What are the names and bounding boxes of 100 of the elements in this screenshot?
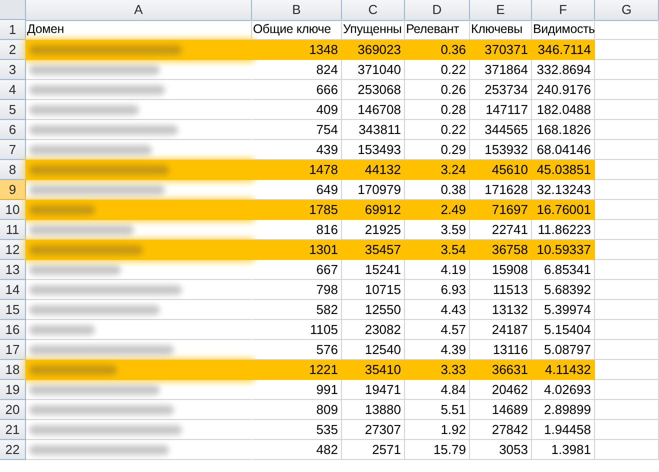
table-cell: 2571 <box>342 440 405 460</box>
row-header[interactable]: 22 <box>0 440 26 460</box>
row-header[interactable]: 9 <box>0 180 26 200</box>
table-cell: 0.36 <box>405 40 470 60</box>
column-header[interactable]: G <box>595 0 659 21</box>
empty-cell <box>595 60 659 80</box>
table-cell: 11513 <box>470 280 532 300</box>
column-header[interactable]: C <box>342 0 405 21</box>
table-cell: 1301 <box>252 240 342 260</box>
table-cell: 4.19 <box>405 260 470 280</box>
table-cell: 69912 <box>342 200 405 220</box>
table-cell: 4.11432 <box>532 360 595 380</box>
table-cell: 147117 <box>470 100 532 120</box>
select-all-button[interactable] <box>0 0 26 20</box>
table-cell: 3.24 <box>405 160 470 180</box>
table-cell: 5.39974 <box>532 300 595 320</box>
table-cell: 3053 <box>470 440 532 460</box>
table-cell: 15.79 <box>405 440 470 460</box>
table-cell: 2.49 <box>405 200 470 220</box>
row-header[interactable]: 2 <box>0 40 26 60</box>
table-cell: 45610 <box>470 160 532 180</box>
table-cell: 27307 <box>342 420 405 440</box>
table-cell: 23082 <box>342 320 405 340</box>
row-header[interactable]: 1 <box>0 20 26 40</box>
empty-cell <box>595 320 659 340</box>
row-header[interactable]: 5 <box>0 100 26 120</box>
table-cell: 13132 <box>470 300 532 320</box>
table-cell: 45.03851 <box>532 160 595 180</box>
table-cell: 0.28 <box>405 100 470 120</box>
table-cell: 3.54 <box>405 240 470 260</box>
table-cell: 16.76001 <box>532 200 595 220</box>
row-header[interactable]: 21 <box>0 420 26 440</box>
row-header[interactable]: 19 <box>0 380 26 400</box>
table-cell: 182.0488 <box>532 100 595 120</box>
row-header[interactable]: 15 <box>0 300 26 320</box>
table-cell: 332.8694 <box>532 60 595 80</box>
table-cell: 5.51 <box>405 400 470 420</box>
row-header[interactable]: 8 <box>0 160 26 180</box>
empty-cell <box>595 220 659 240</box>
empty-cell <box>595 440 659 460</box>
table-cell: 1.3981 <box>532 440 595 460</box>
table-cell: 809 <box>252 400 342 420</box>
table-cell: 71697 <box>470 200 532 220</box>
row-header[interactable]: 17 <box>0 340 26 360</box>
table-cell: 369023 <box>342 40 405 60</box>
row-header[interactable]: 14 <box>0 280 26 300</box>
table-cell: 343811 <box>342 120 405 140</box>
table-cell: 5.15404 <box>532 320 595 340</box>
column-header[interactable]: D <box>405 0 470 21</box>
row-header[interactable]: 12 <box>0 240 26 260</box>
table-cell: 798 <box>252 280 342 300</box>
empty-cell <box>595 380 659 400</box>
empty-cell <box>595 340 659 360</box>
table-cell: 5.68392 <box>532 280 595 300</box>
empty-cell <box>595 280 659 300</box>
row-header[interactable]: 4 <box>0 80 26 100</box>
table-cell: 1221 <box>252 360 342 380</box>
table-cell: 20462 <box>470 380 532 400</box>
row-header[interactable]: 11 <box>0 220 26 240</box>
table-cell: 346.7114 <box>532 40 595 60</box>
row-header[interactable]: 20 <box>0 400 26 420</box>
table-cell: 409 <box>252 100 342 120</box>
table-cell: 666 <box>252 80 342 100</box>
row-header[interactable]: 13 <box>0 260 26 280</box>
table-cell: 371864 <box>470 60 532 80</box>
table-cell: 24187 <box>470 320 532 340</box>
empty-cell <box>595 80 659 100</box>
table-cell: 535 <box>252 420 342 440</box>
table-cell: 4.57 <box>405 320 470 340</box>
empty-cell <box>595 180 659 200</box>
table-cell: 1.94458 <box>532 420 595 440</box>
table-cell: 667 <box>252 260 342 280</box>
table-cell: 824 <box>252 60 342 80</box>
column-header[interactable]: B <box>252 0 342 21</box>
table-cell: 10715 <box>342 280 405 300</box>
table-cell: 344565 <box>470 120 532 140</box>
row-header[interactable]: 6 <box>0 120 26 140</box>
table-cell: 1478 <box>252 160 342 180</box>
table-cell: 754 <box>252 120 342 140</box>
table-cell: 482 <box>252 440 342 460</box>
row-header[interactable]: 18 <box>0 360 26 380</box>
table-cell: 0.22 <box>405 60 470 80</box>
table-cell: 12550 <box>342 300 405 320</box>
table-cell: 0.22 <box>405 120 470 140</box>
column-header[interactable]: F <box>532 0 595 21</box>
row-header[interactable]: 16 <box>0 320 26 340</box>
row-header[interactable]: 10 <box>0 200 26 220</box>
table-cell: 4.84 <box>405 380 470 400</box>
column-header[interactable]: A <box>26 0 252 21</box>
row-header[interactable]: 3 <box>0 60 26 80</box>
table-cell: 1348 <box>252 40 342 60</box>
table-cell: 1.92 <box>405 420 470 440</box>
column-header[interactable]: E <box>470 0 532 21</box>
table-cell: 35457 <box>342 240 405 260</box>
empty-cell <box>595 120 659 140</box>
table-cell: 4.43 <box>405 300 470 320</box>
empty-cell <box>595 260 659 280</box>
table-cell: 371040 <box>342 60 405 80</box>
table-cell: 15241 <box>342 260 405 280</box>
row-header[interactable]: 7 <box>0 140 26 160</box>
